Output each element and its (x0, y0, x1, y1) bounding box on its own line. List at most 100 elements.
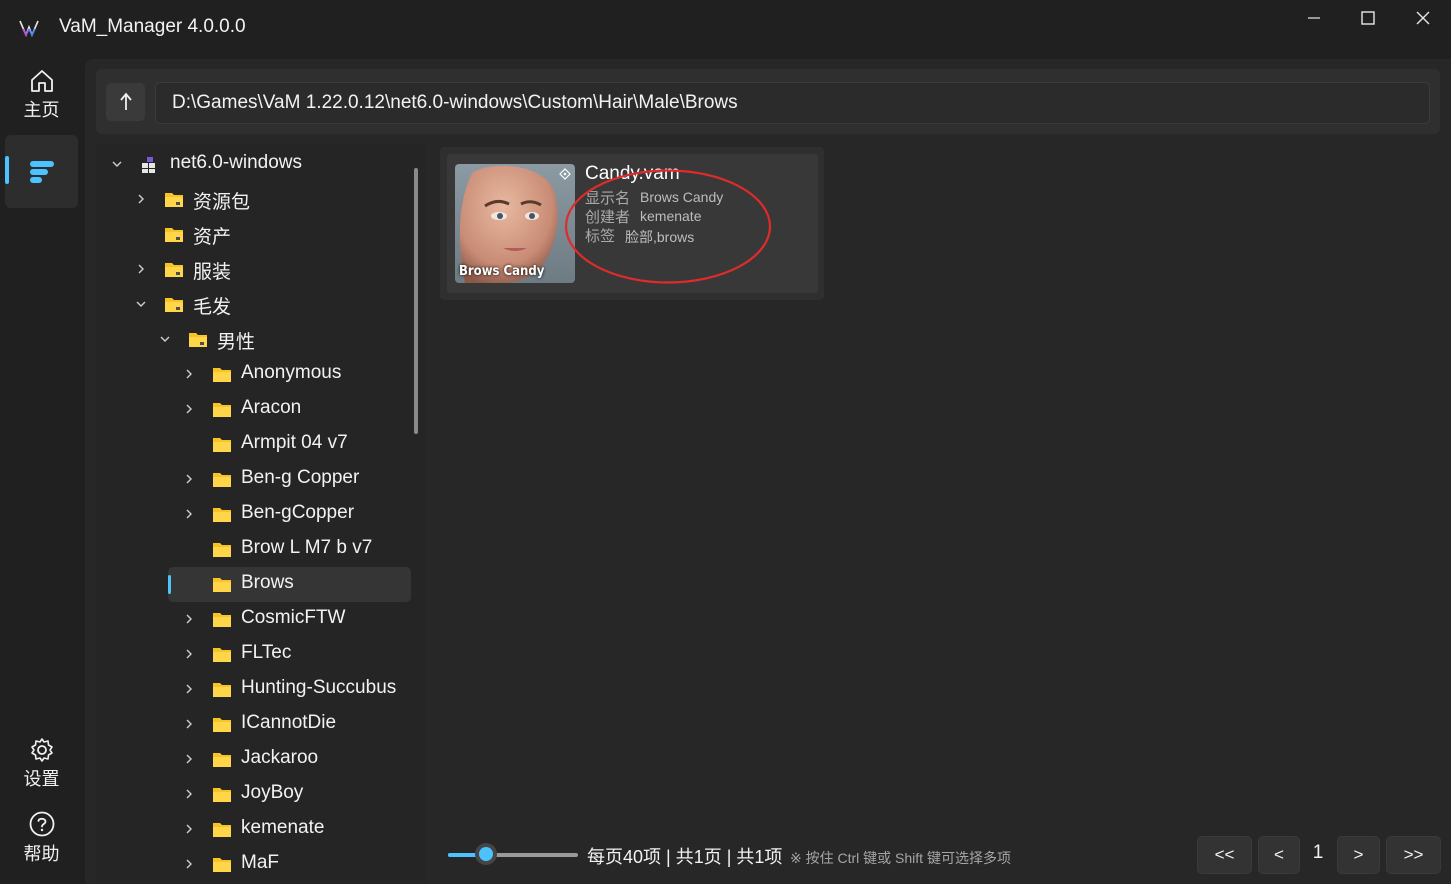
tree-item-label: JoyBoy (241, 782, 304, 803)
folder-icon (165, 263, 183, 277)
tree-item[interactable]: Anonymous (96, 356, 416, 391)
up-button[interactable] (106, 83, 145, 121)
chevron-right-icon[interactable] (182, 472, 196, 486)
tree-item[interactable]: CosmicFTW (96, 601, 416, 636)
folder-icon (213, 508, 231, 522)
chevron-right-icon[interactable] (182, 717, 196, 731)
tree-item[interactable]: Aracon (96, 391, 416, 426)
tree-item[interactable]: Hunting-Succubus (96, 671, 416, 706)
first-page-button[interactable]: << (1197, 836, 1252, 874)
tree-item-label: 资产 (193, 227, 232, 248)
file-manager-icon (29, 160, 54, 183)
home-icon (30, 70, 53, 92)
page-number: 1 (1312, 842, 1324, 863)
arrow-up-icon (119, 92, 132, 110)
chevron-right-icon[interactable] (182, 682, 196, 696)
chevron-right-icon[interactable] (182, 752, 196, 766)
tree-item-label: MaF (241, 852, 279, 873)
next-page-button[interactable]: > (1337, 836, 1380, 874)
folder-icon (213, 578, 231, 592)
nav-file-manager[interactable] (5, 135, 78, 208)
tree-item-label: Brows (241, 572, 294, 593)
folder-icon (213, 543, 231, 557)
tree-item[interactable]: Brows (96, 566, 416, 601)
tree-item-label: 资源包 (193, 192, 251, 213)
tree-item-label: ICannotDie (241, 712, 337, 733)
chevron-right-icon[interactable] (182, 647, 196, 661)
folder-icon (213, 683, 231, 697)
nav-home-label: 主页 (23, 100, 60, 120)
gear-icon (30, 738, 53, 762)
maximize-icon (1361, 11, 1375, 25)
tree-item-label: Jackaroo (241, 747, 319, 768)
chevron-right-icon[interactable] (182, 787, 196, 801)
multi-select-hint: ※ 按住 Ctrl 键或 Shift 键可选择多项 (790, 850, 1011, 866)
folder-icon (213, 473, 231, 487)
nav-help[interactable]: 帮助 (5, 806, 78, 870)
tree-item-label: Ben-gCopper (241, 502, 355, 523)
tree-item[interactable]: kemenate (96, 811, 416, 846)
chevron-right-icon[interactable] (182, 822, 196, 836)
tree-item[interactable]: 资源包 (96, 181, 416, 216)
project-icon (142, 157, 155, 173)
tree-item-label: Hunting-Succubus (241, 677, 397, 698)
tree-root-item[interactable]: net6.0-windows (96, 146, 416, 181)
tree-item[interactable]: Brow L M7 b v7 (96, 531, 416, 566)
last-page-button[interactable]: >> (1386, 836, 1441, 874)
tree-item[interactable]: ICannotDie (96, 706, 416, 741)
folder-icon (213, 788, 231, 802)
tree-item[interactable]: Ben-gCopper (96, 496, 416, 531)
chevron-right-icon[interactable] (182, 612, 196, 626)
tree-item[interactable]: JoyBoy (96, 776, 416, 811)
tree-item-label: 男性 (217, 332, 256, 353)
close-button[interactable] (1396, 0, 1450, 36)
tree-root-label: net6.0-windows (170, 152, 303, 173)
tree-item-label: FLTec (241, 642, 292, 663)
chevron-right-icon[interactable] (134, 262, 148, 276)
chevron-right-icon[interactable] (182, 367, 196, 381)
maximize-button[interactable] (1341, 0, 1395, 36)
chevron-right-icon[interactable] (182, 402, 196, 416)
annotation-ellipse (564, 169, 772, 284)
path-input[interactable] (155, 82, 1430, 124)
tree-item[interactable]: MaF (96, 846, 416, 881)
nav-help-label: 帮助 (23, 844, 60, 864)
tree-item[interactable]: 服装 (96, 251, 416, 286)
tree-item[interactable]: 毛发 (96, 286, 416, 321)
tree-item[interactable]: Ben-g Copper (96, 461, 416, 496)
chevron-down-icon (112, 161, 122, 167)
folder-icon (213, 403, 231, 417)
chevron-down-icon[interactable] (158, 332, 172, 346)
tree-item[interactable]: 资产 (96, 216, 416, 251)
tree-item[interactable]: 男性 (96, 321, 416, 356)
tree-item-label: kemenate (241, 817, 325, 838)
nav-home[interactable]: 主页 (5, 62, 78, 128)
chevron-right-icon[interactable] (134, 192, 148, 206)
tree-item-label: Aracon (241, 397, 302, 418)
folder-icon (213, 823, 231, 837)
tree-item[interactable]: Armpit 04 v7 (96, 426, 416, 461)
zoom-slider-thumb[interactable] (475, 843, 497, 865)
folder-icon (213, 718, 231, 732)
minimize-button[interactable] (1287, 0, 1341, 36)
tree-item[interactable]: FLTec (96, 636, 416, 671)
help-icon (29, 811, 54, 837)
tree-item-label: 服装 (193, 262, 232, 283)
chevron-down-icon[interactable] (134, 297, 148, 311)
tree-item-label: CosmicFTW (241, 607, 346, 628)
nav-settings[interactable]: 设置 (5, 732, 78, 796)
tree-item-label: Armpit 04 v7 (241, 432, 348, 453)
tree-item-label: 毛发 (193, 297, 232, 318)
chevron-right-icon[interactable] (182, 507, 196, 521)
prev-page-button[interactable]: < (1258, 836, 1300, 874)
folder-icon (165, 193, 183, 207)
page-summary: 每页40项 | 共1页 | 共1项 (587, 847, 783, 867)
chevron-right-icon[interactable] (182, 857, 196, 871)
folder-icon (213, 753, 231, 767)
tree-item-label: Anonymous (241, 362, 342, 383)
app-title: VaM_Manager 4.0.0.0 (59, 16, 246, 37)
tree-item[interactable]: Jackaroo (96, 741, 416, 776)
nav-settings-label: 设置 (23, 769, 60, 789)
folder-icon (213, 368, 231, 382)
thumbnail-caption: Brows Candy (459, 264, 545, 279)
